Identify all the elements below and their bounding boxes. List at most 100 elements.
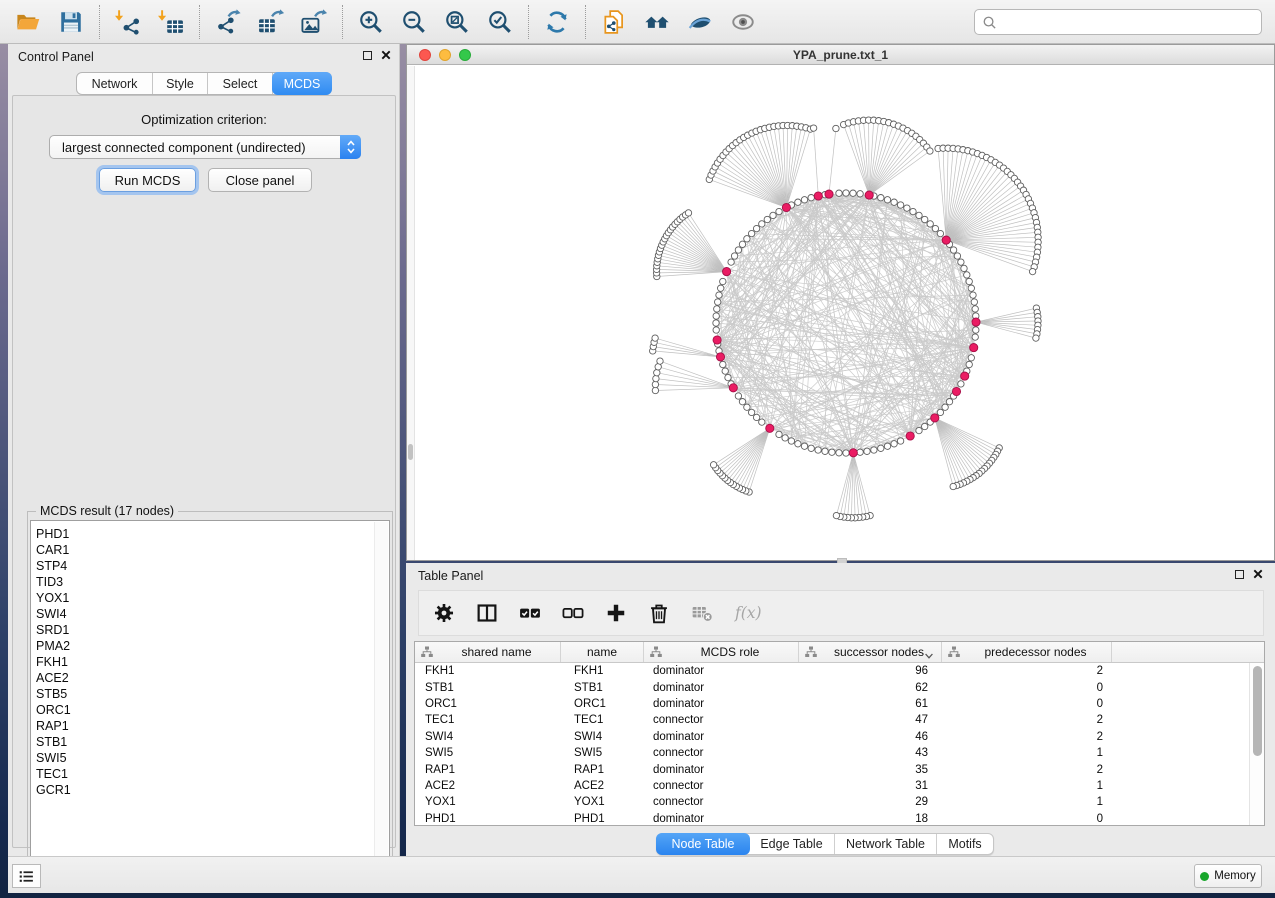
cell-mcds_role: dominator (644, 682, 799, 694)
tab-style[interactable]: Style (153, 73, 208, 94)
network-canvas[interactable] (407, 66, 1274, 560)
close-table-panel-icon[interactable] (1253, 569, 1263, 579)
hide-details-icon[interactable] (687, 9, 713, 35)
column-header-name[interactable]: name (561, 642, 644, 662)
table-row[interactable]: FKH1FKH1dominator962 (415, 663, 1264, 679)
delete-column-icon[interactable] (648, 602, 670, 624)
zoom-fit-icon[interactable] (444, 9, 470, 35)
scrollbar-thumb[interactable] (1253, 666, 1262, 756)
mcds-result-item[interactable]: PHD1 (31, 526, 389, 542)
sort-caret-icon[interactable] (924, 649, 934, 657)
column-label: shared name (433, 645, 560, 659)
export-table-icon[interactable] (258, 9, 284, 35)
toolbar-group (100, 4, 199, 40)
window-minimize-icon[interactable] (439, 49, 451, 61)
table-row[interactable]: RAP1RAP1dominator352 (415, 761, 1264, 777)
table-row[interactable]: ORC1ORC1dominator610 (415, 696, 1264, 712)
table-row[interactable]: PHD1PHD1dominator180 (415, 811, 1264, 826)
node-table-body: FKH1FKH1dominator962STB1STB1dominator620… (415, 663, 1264, 826)
mcds-result-item[interactable]: STP4 (31, 558, 389, 574)
tab-network[interactable]: Network (77, 73, 153, 94)
mcds-list-scrollbar[interactable] (374, 522, 388, 878)
network-vertical-scrollbar[interactable] (407, 66, 415, 560)
memory-button[interactable]: Memory (1194, 864, 1262, 888)
criterion-select[interactable]: largest connected component (undirected) (49, 135, 361, 159)
leaf-nodes[interactable] (650, 117, 1042, 521)
window-maximize-icon[interactable] (459, 49, 471, 61)
column-header-successor-nodes[interactable]: successor nodes (799, 642, 942, 662)
search-input[interactable] (1001, 12, 1261, 32)
column-label: name (561, 645, 643, 659)
cell-name: SWI5 (561, 747, 644, 759)
zoom-in-icon[interactable] (358, 9, 384, 35)
zoom-out-icon[interactable] (401, 9, 427, 35)
gear-icon[interactable] (433, 602, 455, 624)
mcds-result-item[interactable]: STB5 (31, 686, 389, 702)
cell-predecessor_nodes: 1 (942, 780, 1112, 792)
save-session-icon[interactable] (58, 9, 84, 35)
add-column-icon[interactable] (605, 602, 627, 624)
close-panel-button[interactable]: Close panel (208, 168, 312, 192)
cell-successor_nodes: 31 (799, 780, 942, 792)
tab-network-table[interactable]: Network Table (835, 834, 937, 854)
network-view-window: YPA_prune.txt_1 (406, 44, 1275, 561)
network-window-titlebar[interactable]: YPA_prune.txt_1 (407, 45, 1274, 65)
deselect-all-icon[interactable] (562, 602, 584, 624)
import-table-icon[interactable] (158, 9, 184, 35)
column-header-MCDS-role[interactable]: MCDS role (644, 642, 799, 662)
mcds-result-item[interactable]: SRD1 (31, 622, 389, 638)
refresh-layout-icon[interactable] (544, 9, 570, 35)
table-row[interactable]: TEC1TEC1connector472 (415, 712, 1264, 728)
select-all-icon[interactable] (519, 602, 541, 624)
mcds-result-item[interactable]: PMA2 (31, 638, 389, 654)
tab-node-table[interactable]: Node Table (656, 833, 750, 855)
mcds-result-item[interactable]: FKH1 (31, 654, 389, 670)
mcds-result-item[interactable]: RAP1 (31, 718, 389, 734)
export-network-icon[interactable] (215, 9, 241, 35)
mcds-result-item[interactable]: SWI5 (31, 750, 389, 766)
scrollbar-thumb[interactable] (408, 444, 413, 460)
export-image-icon[interactable] (301, 9, 327, 35)
tab-select[interactable]: Select (208, 73, 273, 94)
float-panel-icon[interactable] (363, 51, 372, 60)
task-history-button[interactable] (12, 864, 41, 888)
network-graph[interactable] (415, 66, 1275, 561)
tab-edge-table[interactable]: Edge Table (749, 834, 835, 854)
mcds-result-item[interactable]: YOX1 (31, 590, 389, 606)
column-header-predecessor-nodes[interactable]: predecessor nodes (942, 642, 1112, 662)
share-document-icon[interactable] (601, 9, 627, 35)
mcds-result-item[interactable]: SWI4 (31, 606, 389, 622)
table-row[interactable]: STB1STB1dominator620 (415, 679, 1264, 695)
mcds-result-item[interactable]: ACE2 (31, 670, 389, 686)
import-network-icon[interactable] (115, 9, 141, 35)
function-icon: f(x) (734, 602, 768, 624)
cell-name: STB1 (561, 682, 644, 694)
column-label: MCDS role (662, 645, 798, 659)
mcds-result-item[interactable]: GCR1 (31, 782, 389, 798)
tab-mcds[interactable]: MCDS (272, 72, 332, 95)
search-box[interactable] (974, 9, 1262, 35)
tab-motifs[interactable]: Motifs (937, 834, 993, 854)
table-row[interactable]: SWI4SWI4dominator462 (415, 729, 1264, 745)
mcds-result-item[interactable]: STB1 (31, 734, 389, 750)
table-row[interactable]: ACE2ACE2connector311 (415, 778, 1264, 794)
window-close-icon[interactable] (419, 49, 431, 61)
network-overview-icon[interactable] (644, 9, 670, 35)
svg-text:f(x): f(x) (734, 604, 762, 622)
column-header-shared-name[interactable]: shared name (415, 642, 561, 662)
mcds-result-item[interactable]: CAR1 (31, 542, 389, 558)
table-row[interactable]: YOX1YOX1connector291 (415, 794, 1264, 810)
run-mcds-button[interactable]: Run MCDS (99, 168, 196, 192)
zoom-selected-icon[interactable] (487, 9, 513, 35)
table-row[interactable]: SWI5SWI5connector431 (415, 745, 1264, 761)
float-table-panel-icon[interactable] (1235, 570, 1244, 579)
table-vertical-scrollbar[interactable] (1249, 663, 1264, 825)
mcds-result-item[interactable]: TEC1 (31, 766, 389, 782)
split-columns-icon[interactable] (476, 602, 498, 624)
close-panel-icon[interactable] (381, 50, 391, 60)
cell-successor_nodes: 43 (799, 747, 942, 759)
open-file-icon[interactable] (15, 9, 41, 35)
mcds-result-list[interactable]: PHD1CAR1STP4TID3YOX1SWI4SRD1PMA2FKH1ACE2… (30, 520, 390, 880)
mcds-result-item[interactable]: TID3 (31, 574, 389, 590)
mcds-result-item[interactable]: ORC1 (31, 702, 389, 718)
